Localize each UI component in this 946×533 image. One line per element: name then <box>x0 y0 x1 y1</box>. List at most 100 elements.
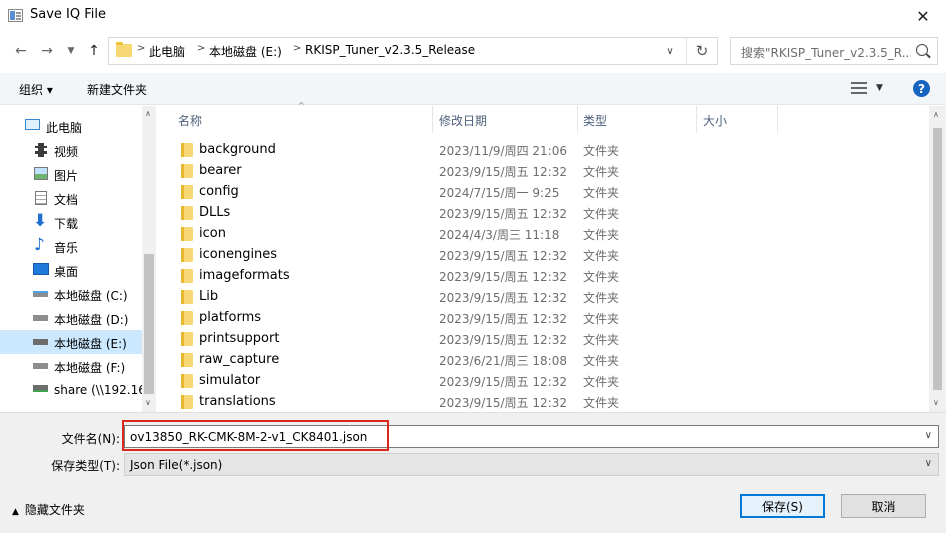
network-drive-icon <box>33 385 48 392</box>
nav-item-this-pc[interactable]: 此电脑 <box>0 114 142 138</box>
nav-item-documents[interactable]: 文档 <box>0 186 142 210</box>
scroll-up-icon[interactable]: ∧ <box>933 110 939 119</box>
filetype-value: Json File(*.json) <box>130 458 223 472</box>
nav-item-downloads[interactable]: ⬇ 下载 <box>0 210 142 234</box>
organize-menu[interactable]: 组织 ▾ <box>19 81 53 98</box>
address-bar[interactable]: > 此电脑 > 本地磁盘 (E:) > RKISP_Tuner_v2.3.5_R… <box>108 37 718 65</box>
file-name: background <box>199 142 276 157</box>
address-dropdown-button[interactable]: ∨ <box>658 43 682 59</box>
file-name: icon <box>199 226 226 241</box>
filename-label: 文件名(N): <box>61 432 120 446</box>
column-header-date[interactable]: 修改日期 <box>433 106 577 133</box>
nav-item-label: 图片 <box>54 169 79 183</box>
nav-item-label: 桌面 <box>54 265 79 279</box>
file-type: 文件夹 <box>583 270 620 284</box>
file-row-dlls[interactable]: DLLs 2023/9/15/周五 12:32 文件夹 <box>170 202 770 223</box>
recent-locations-button[interactable]: ▼ <box>60 39 82 63</box>
folder-icon <box>181 185 193 199</box>
breadcrumb-separator: > <box>197 43 206 54</box>
scroll-down-icon[interactable]: ∨ <box>145 398 151 407</box>
nav-item-drive-d[interactable]: 本地磁盘 (D:) <box>0 306 142 330</box>
nav-item-label: 文档 <box>54 193 79 207</box>
search-placeholder: 搜索"RKISP_Tuner_v2.3.5_R... <box>741 46 911 60</box>
file-row-icon[interactable]: icon 2024/4/3/周三 11:18 文件夹 <box>170 223 770 244</box>
forward-button[interactable]: → <box>36 39 58 63</box>
refresh-button[interactable]: ↻ <box>687 38 717 64</box>
drive-icon <box>33 339 48 345</box>
hide-folders-toggle[interactable]: ▲ 隐藏文件夹 <box>12 501 85 518</box>
nav-item-pictures[interactable]: 图片 <box>0 162 142 186</box>
file-name: raw_capture <box>199 352 280 367</box>
file-type: 文件夹 <box>583 396 620 410</box>
nav-item-music[interactable]: ♪ 音乐 <box>0 234 142 258</box>
file-row-lib[interactable]: Lib 2023/9/15/周五 12:32 文件夹 <box>170 286 770 307</box>
chevron-down-icon[interactable]: ▼ <box>876 83 883 93</box>
breadcrumb-this-pc[interactable]: 此电脑 <box>149 43 185 60</box>
file-type: 文件夹 <box>583 165 620 179</box>
folder-icon <box>181 311 193 325</box>
up-button[interactable]: ↑ <box>83 39 105 63</box>
file-date: 2023/9/15/周五 12:32 <box>439 333 567 347</box>
file-row-bearer[interactable]: bearer 2023/9/15/周五 12:32 文件夹 <box>170 160 770 181</box>
annotation-highlight <box>122 420 389 451</box>
chevron-down-icon: ▼ <box>67 46 75 56</box>
file-date: 2023/9/15/周五 12:32 <box>439 375 567 389</box>
scroll-up-icon[interactable]: ∧ <box>145 109 151 118</box>
nav-item-label: share (\\192.16 <box>54 383 146 397</box>
documents-icon <box>35 191 47 205</box>
nav-scrollbar-thumb[interactable] <box>144 254 154 394</box>
drive-icon <box>33 291 48 297</box>
cancel-button[interactable]: 取消 <box>841 494 926 518</box>
folder-icon <box>181 143 193 157</box>
file-date: 2023/9/15/周五 12:32 <box>439 249 567 263</box>
breadcrumb-drive-e[interactable]: 本地磁盘 (E:) <box>209 43 282 60</box>
file-type: 文件夹 <box>583 186 620 200</box>
column-header-name[interactable]: 名称 <box>170 106 432 133</box>
nav-item-label: 此电脑 <box>46 121 83 135</box>
column-header-type[interactable]: 类型 <box>578 106 696 133</box>
filetype-label: 保存类型(T): <box>51 459 120 473</box>
column-divider[interactable] <box>777 106 778 133</box>
column-header-size[interactable]: 大小 <box>697 106 777 133</box>
nav-item-drive-c[interactable]: 本地磁盘 (C:) <box>0 282 142 306</box>
chevron-down-icon[interactable]: ∨ <box>925 430 932 441</box>
file-type: 文件夹 <box>583 291 620 305</box>
nav-item-drive-f[interactable]: 本地磁盘 (F:) <box>0 354 142 378</box>
back-button[interactable]: ← <box>10 39 32 63</box>
file-row-simulator[interactable]: simulator 2023/9/15/周五 12:32 文件夹 <box>170 370 770 391</box>
file-date: 2023/9/15/周五 12:32 <box>439 165 567 179</box>
nav-item-desktop[interactable]: 桌面 <box>0 258 142 282</box>
file-row-printsupport[interactable]: printsupport 2023/9/15/周五 12:32 文件夹 <box>170 328 770 349</box>
file-name: Lib <box>199 289 219 304</box>
app-window-icon <box>8 9 23 22</box>
search-input[interactable]: 搜索"RKISP_Tuner_v2.3.5_R... <box>730 37 938 65</box>
nav-item-drive-e[interactable]: 本地磁盘 (E:) <box>0 330 142 354</box>
folder-icon <box>181 332 193 346</box>
file-name: config <box>199 184 239 199</box>
file-list-scrollbar-thumb[interactable] <box>933 128 942 390</box>
arrow-right-icon: → <box>41 43 53 59</box>
close-button[interactable]: ✕ <box>900 0 946 32</box>
file-row-platforms[interactable]: platforms 2023/9/15/周五 12:32 文件夹 <box>170 307 770 328</box>
file-date: 2023/9/15/周五 12:32 <box>439 207 567 221</box>
file-name: iconengines <box>199 247 278 262</box>
title-bar: Save IQ File ✕ <box>0 0 946 32</box>
file-row-imageformats[interactable]: imageformats 2023/9/15/周五 12:32 文件夹 <box>170 265 770 286</box>
hide-folders-label: 隐藏文件夹 <box>24 503 85 517</box>
file-row-config[interactable]: config 2024/7/15/周一 9:25 文件夹 <box>170 181 770 202</box>
breadcrumb-current-folder[interactable]: RKISP_Tuner_v2.3.5_Release <box>305 43 475 57</box>
file-row-translations[interactable]: translations 2023/9/15/周五 12:32 文件夹 <box>170 391 770 412</box>
folder-icon <box>116 42 132 57</box>
nav-item-videos[interactable]: 视频 <box>0 138 142 162</box>
new-folder-button[interactable]: 新建文件夹 <box>87 81 147 98</box>
view-options-icon[interactable] <box>851 82 867 94</box>
filetype-select[interactable]: Json File(*.json) ∨ <box>124 453 939 476</box>
file-row-background[interactable]: background 2023/11/9/周四 21:06 文件夹 <box>170 139 770 160</box>
save-button[interactable]: 保存(S) <box>740 494 825 518</box>
file-row-iconengines[interactable]: iconengines 2023/9/15/周五 12:32 文件夹 <box>170 244 770 265</box>
file-row-raw-capture[interactable]: raw_capture 2023/6/21/周三 18:08 文件夹 <box>170 349 770 370</box>
help-icon[interactable]: ? <box>913 80 930 97</box>
file-date: 2024/7/15/周一 9:25 <box>439 186 560 200</box>
nav-item-network-share[interactable]: share (\\192.16 <box>0 378 146 402</box>
scroll-down-icon[interactable]: ∨ <box>933 398 939 407</box>
